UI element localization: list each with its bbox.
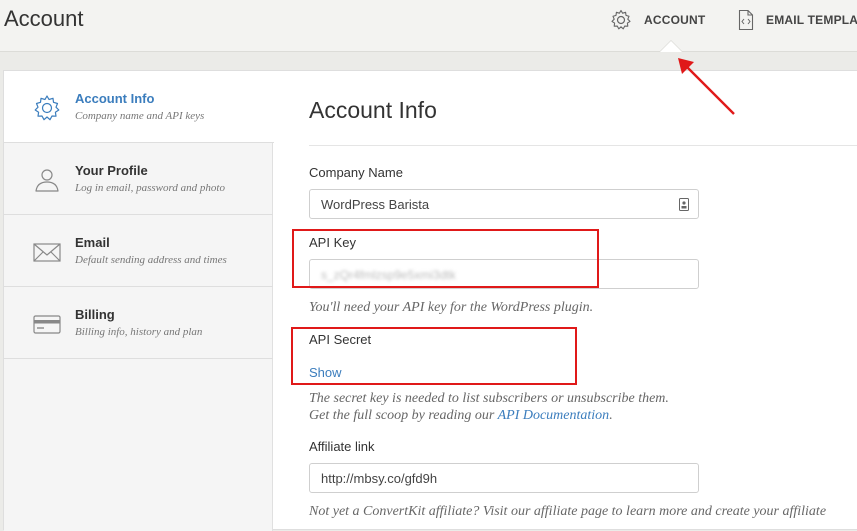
active-tab-caret: [660, 41, 682, 52]
api-key-help: You'll need your API key for the WordPre…: [309, 300, 594, 315]
affiliate-help: Not yet a ConvertKit affiliate? Visit ou…: [309, 504, 827, 519]
sidebar-item-title: Email: [75, 235, 110, 250]
sidebar-item-email[interactable]: Email Default sending address and times: [4, 215, 273, 287]
annotation-arrow-icon: [678, 58, 735, 115]
sidebar-item-account-info[interactable]: Account Info Company name and API keys: [4, 71, 274, 143]
contact-card-icon[interactable]: [679, 198, 689, 211]
api-secret-help: The secret key is needed to list subscri…: [309, 391, 669, 406]
user-icon: [35, 169, 59, 192]
sidebar-item-subtitle: Company name and API keys: [75, 110, 205, 122]
gear-icon: [34, 95, 60, 121]
sidebar-item-your-profile[interactable]: Your Profile Log in email, password and …: [4, 143, 273, 215]
account-info-content: Account Info Company Name WordPress Bari…: [274, 71, 857, 531]
nav-account[interactable]: ACCOUNT: [610, 8, 705, 32]
affiliate-link-label: Affiliate link: [309, 439, 375, 454]
company-name-label: Company Name: [309, 165, 403, 180]
envelope-icon: [33, 243, 61, 262]
api-docs-prefix: Get the full scoop by reading our: [309, 408, 498, 423]
company-name-field[interactable]: WordPress Barista: [309, 189, 699, 219]
sidebar-item-title: Account Info: [75, 91, 155, 106]
settings-panel: Account Info Company name and API keys Y…: [3, 70, 857, 531]
credit-card-icon: [33, 315, 61, 334]
page-title: Account: [4, 6, 84, 31]
api-secret-highlight-box: [291, 327, 577, 385]
sidebar-item-title: Your Profile: [75, 163, 148, 178]
api-documentation-link[interactable]: API Documentation: [498, 408, 610, 423]
section-heading: Account Info: [309, 97, 437, 123]
code-file-icon: [738, 9, 754, 31]
gear-icon: [611, 9, 631, 30]
heading-divider: [309, 145, 857, 146]
affiliate-link-field[interactable]: http://mbsy.co/gfd9h: [309, 463, 699, 493]
affiliate-link-value: http://mbsy.co/gfd9h: [321, 471, 438, 486]
api-key-highlight-box: [292, 229, 599, 288]
api-docs-suffix: .: [609, 408, 613, 423]
api-docs-help: Get the full scoop by reading our API Do…: [309, 408, 613, 424]
sidebar-item-subtitle: Default sending address and times: [75, 254, 227, 266]
top-bar: Account ACCOUNT EMAIL TEMPLA: [0, 0, 857, 52]
sidebar-item-title: Billing: [75, 307, 115, 322]
sidebar-item-billing[interactable]: Billing Billing info, history and plan: [4, 287, 273, 359]
settings-sidebar: Account Info Company name and API keys Y…: [4, 71, 274, 531]
sidebar-item-subtitle: Billing info, history and plan: [75, 326, 203, 338]
nav-account-label: ACCOUNT: [644, 13, 706, 27]
company-name-value: WordPress Barista: [321, 197, 430, 212]
sidebar-item-subtitle: Log in email, password and photo: [75, 182, 225, 194]
nav-email-templates[interactable]: EMAIL TEMPLA: [738, 8, 857, 32]
nav-email-label: EMAIL TEMPLA: [766, 13, 857, 27]
